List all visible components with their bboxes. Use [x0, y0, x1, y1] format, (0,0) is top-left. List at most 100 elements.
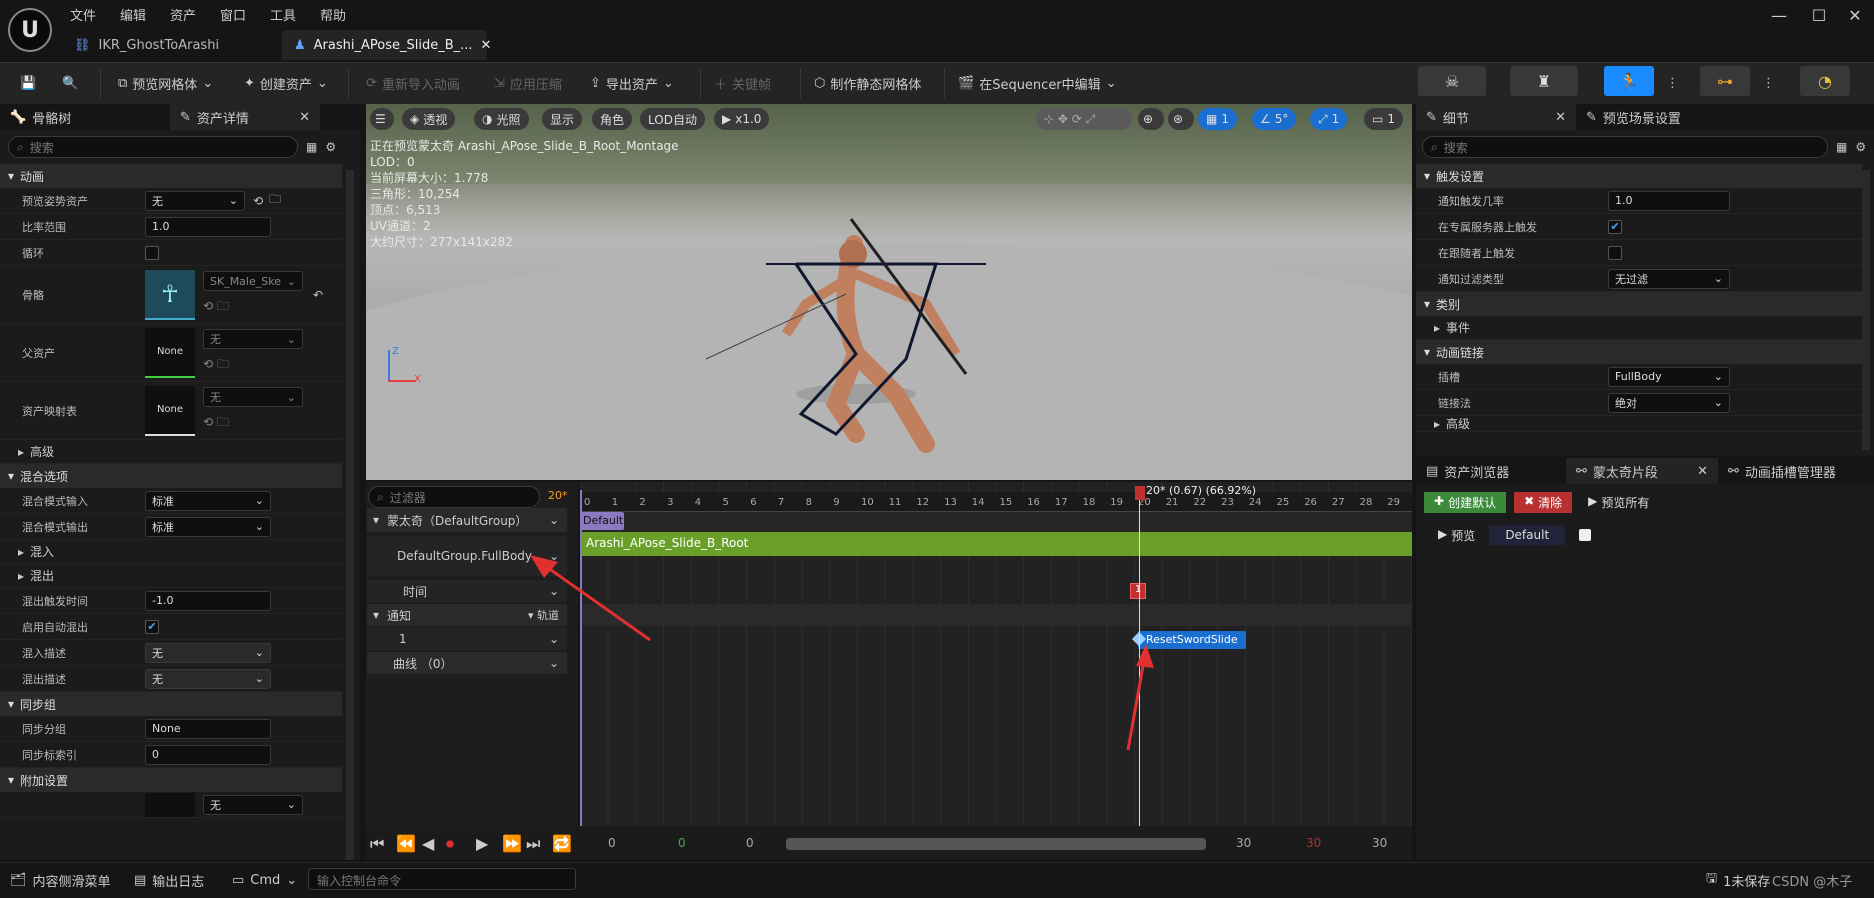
play-reverse-icon[interactable]: ◀ — [422, 834, 434, 853]
preview-section-button[interactable]: ▶ 预览 — [1438, 527, 1475, 544]
slot-dropdown[interactable]: FullBody ⌄ — [1608, 366, 1730, 387]
animation-mode-button[interactable]: 🏃 — [1604, 66, 1654, 96]
close-tab-icon[interactable]: ✕ — [481, 38, 492, 53]
section-trigger-settings[interactable]: ▾ 触发设置 — [1416, 164, 1862, 188]
perspective-button[interactable]: ◈ 透视 — [402, 108, 456, 130]
lod-button[interactable]: LOD自动 — [640, 108, 705, 130]
tab-preview-scene[interactable]: ✎ 预览场景设置 — [1576, 104, 1756, 130]
left-scrollbar[interactable] — [346, 170, 354, 860]
minimize-icon[interactable]: — — [1764, 6, 1794, 25]
camera-speed-button[interactable]: ▭ 1 — [1364, 108, 1403, 130]
make-static-mesh-button[interactable]: ⬡ 制作静态网格体 — [808, 70, 927, 96]
collapsible-advanced[interactable]: ▸ 高级 — [0, 440, 342, 464]
tab-details[interactable]: ✎ 细节 ✕ — [1416, 104, 1576, 130]
montage-track[interactable]: ▾ 蒙太奇（DefaultGroup） ⌄ — [367, 508, 567, 532]
section-checkbox[interactable] — [1579, 529, 1592, 541]
blend-out-profile-dropdown[interactable]: 无 ⌄ — [145, 668, 271, 689]
close-tab-icon[interactable]: ✕ — [299, 110, 310, 125]
anim-segment[interactable]: Arashi_APose_Slide_B_Root — [580, 532, 1412, 556]
apply-compression-button[interactable]: ⇲ 应用压缩 — [488, 70, 568, 96]
collapsible-blend-out[interactable]: ▸ 混出 — [0, 564, 342, 588]
blueprint-mode-button[interactable]: ⊶ — [1700, 66, 1750, 96]
preview-mesh-button[interactable]: ⧉ 预览网格体 ⌄ — [112, 70, 219, 96]
blend-out-trigger-input[interactable]: -1.0 — [145, 590, 271, 611]
scale-snap-button[interactable]: ⤢ 1 — [1310, 108, 1348, 130]
unreal-logo-icon[interactable]: U — [8, 8, 52, 52]
tab-asset-details[interactable]: ✎ 资产详情 ✕ — [170, 104, 320, 130]
section-sync-group[interactable]: ▾ 同步组 — [0, 692, 342, 716]
menu-window[interactable]: 窗口 — [220, 5, 246, 24]
browse-folder-icon[interactable]: 🗀 — [217, 299, 229, 313]
browse-folder-icon[interactable]: 🗀 — [269, 190, 281, 211]
close-tab-icon[interactable]: ✕ — [1697, 464, 1708, 479]
browse-icon[interactable]: 🔍 — [56, 70, 84, 96]
more-options-icon[interactable]: ⋮ — [1660, 70, 1685, 96]
console-input[interactable]: 输入控制台命令 — [308, 868, 576, 890]
right-scrollbar[interactable] — [1862, 170, 1870, 450]
use-selected-icon[interactable]: ⟲ — [203, 415, 213, 429]
left-search-input[interactable]: ⌕ 搜索 — [8, 136, 298, 158]
section-anim-link[interactable]: ▾ 动画链接 — [1416, 340, 1862, 364]
viewport-menu-button[interactable]: ☰ — [370, 108, 394, 130]
preview-pose-dropdown[interactable]: 无 ⌄ — [145, 190, 245, 211]
section-category[interactable]: ▾ 类别 — [1416, 292, 1862, 316]
step-back-icon[interactable]: ⏪ — [396, 834, 416, 853]
blend-out-mode-dropdown[interactable]: 标准 ⌄ — [145, 516, 271, 537]
default-section-chip[interactable]: Default — [1489, 525, 1566, 545]
filter-type-dropdown[interactable]: 无过滤 ⌄ — [1608, 268, 1730, 289]
blend-in-mode-dropdown[interactable]: 标准 ⌄ — [145, 490, 271, 511]
default-section-marker[interactable]: Default — [580, 512, 624, 530]
right-search-input[interactable]: ⌕ 搜索 — [1422, 136, 1828, 158]
surface-snap-button[interactable]: ⊛ — [1168, 108, 1194, 130]
step-forward-icon[interactable]: ⏩ — [502, 834, 522, 853]
skeleton-dropdown[interactable]: SK_Male_Ske ⌄ — [203, 271, 303, 291]
parent-thumbnail[interactable]: None — [145, 327, 195, 378]
create-asset-button[interactable]: ✦ 创建资产 ⌄ — [238, 70, 334, 96]
skeleton-thumbnail[interactable]: ☥ — [145, 269, 195, 320]
maximize-icon[interactable]: ☐ — [1804, 6, 1834, 25]
skeleton-mode-button[interactable]: ☠ — [1418, 66, 1486, 96]
collapsible-events[interactable]: ▸ 事件 — [1416, 316, 1862, 340]
physics-mode-button[interactable]: ◔ — [1800, 66, 1850, 96]
playback-speed-button[interactable]: ▶ x1.0 — [714, 108, 770, 130]
reset-arrow-icon[interactable]: ↶ — [313, 288, 323, 302]
more-options-icon[interactable]: ⋮ — [1756, 70, 1781, 96]
table-view-icon[interactable]: ▦ — [306, 140, 317, 154]
menu-file[interactable]: 文件 — [70, 5, 96, 24]
clear-button[interactable]: ✖ 清除 — [1514, 492, 1573, 513]
menu-asset[interactable]: 资产 — [170, 5, 196, 24]
output-log-button[interactable]: ▤ 输出日志 — [128, 866, 210, 894]
menu-help[interactable]: 帮助 — [320, 5, 346, 24]
follower-checkbox[interactable] — [1608, 245, 1622, 260]
doc-tab-ikr[interactable]: ⛓ IKR_GhostToArashi — [62, 30, 282, 60]
use-selected-icon[interactable]: ⟲ — [203, 299, 213, 313]
mesh-mode-button[interactable]: ♜ — [1510, 66, 1578, 96]
playhead-handle[interactable] — [1135, 486, 1145, 500]
preview-all-button[interactable]: ▶ 预览所有 — [1580, 492, 1657, 513]
sync-marker-input[interactable]: 0 — [145, 744, 271, 765]
close-tab-icon[interactable]: ✕ — [1555, 110, 1566, 125]
grid-snap-button[interactable]: ▦ 1 — [1198, 108, 1237, 130]
additive-thumbnail[interactable] — [145, 792, 195, 817]
menu-tools[interactable]: 工具 — [270, 5, 296, 24]
reimport-button[interactable]: ⟳ 重新导入动画 — [360, 70, 466, 96]
rate-scale-input[interactable]: 1.0 — [145, 216, 271, 237]
use-selected-icon[interactable]: ⟲ — [203, 357, 213, 371]
menu-edit[interactable]: 编辑 — [120, 5, 146, 24]
tab-skeleton-tree[interactable]: 🦴 骨骼树 — [0, 104, 170, 130]
mapping-dropdown[interactable]: 无 ⌄ — [203, 387, 303, 407]
tab-asset-browser[interactable]: ▤ 资产浏览器 — [1416, 458, 1566, 484]
cmd-dropdown[interactable]: ▭ Cmd ⌄ — [226, 866, 303, 894]
close-window-icon[interactable]: ✕ — [1840, 6, 1870, 25]
play-icon[interactable]: ▶ — [476, 834, 488, 853]
lighting-button[interactable]: ◑ 光照 — [474, 108, 529, 130]
keyframe-button[interactable]: ＋关键帧 — [708, 70, 777, 96]
loop-checkbox[interactable] — [145, 245, 159, 260]
section-animation[interactable]: ▾ 动画 — [0, 164, 342, 188]
curves-track[interactable]: 曲线 （0） ⌄ — [367, 652, 567, 674]
tab-slot-manager[interactable]: ⚯ 动画插槽管理器 — [1718, 458, 1868, 484]
section-additional-settings[interactable]: ▾ 附加设置 — [0, 768, 342, 792]
source-control-button[interactable]: CSDN @木子 — [1766, 866, 1858, 894]
section-blend-options[interactable]: ▾ 混合选项 — [0, 464, 342, 488]
create-default-button[interactable]: ✚ 创建默认 — [1424, 492, 1507, 513]
